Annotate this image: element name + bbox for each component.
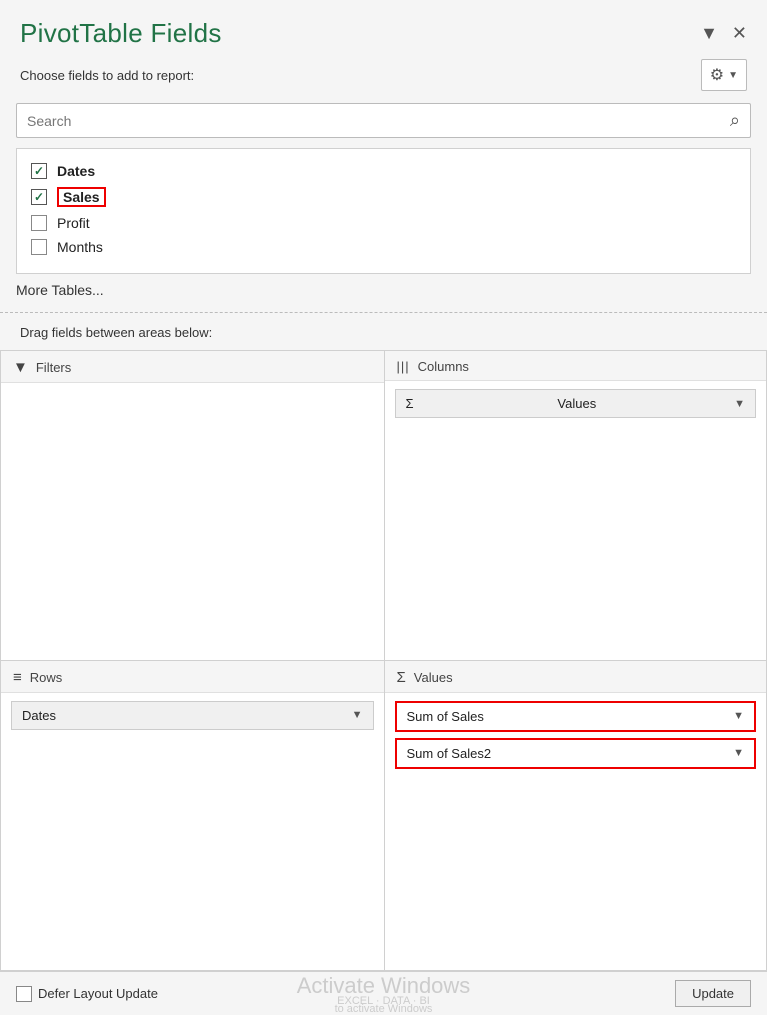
watermark-line1: Activate Windows	[297, 973, 471, 998]
columns-values-chip[interactable]: Σ Values ▼	[395, 389, 757, 418]
sum-of-sales-arrow-icon: ▼	[733, 710, 744, 722]
header-icons: ▼ ✕	[700, 23, 747, 44]
chip-arrow-icon: ▼	[734, 398, 745, 410]
area-filters-label: Filters	[36, 360, 71, 375]
update-button[interactable]: Update	[675, 980, 751, 1007]
field-item-dates[interactable]: Dates	[31, 159, 736, 183]
areas-grid: ▼ Filters ||| Columns Σ Values ▼	[0, 350, 767, 971]
gear-dropdown-arrow: ▼	[728, 70, 738, 81]
pivot-table-panel: PivotTable Fields ▼ ✕ Choose fields to a…	[0, 0, 767, 1015]
dropdown-icon[interactable]: ▼	[700, 23, 718, 44]
area-rows: ≡ Rows Dates ▼	[0, 661, 384, 972]
sum-of-sales-label: Sum of Sales	[407, 709, 484, 724]
sum-of-sales2-chip[interactable]: Sum of Sales2 ▼	[395, 738, 757, 769]
area-columns-content: Σ Values ▼	[385, 381, 767, 660]
defer-layout-label: Defer Layout Update	[16, 986, 158, 1002]
field-label-dates: Dates	[57, 163, 95, 179]
area-filters-header: ▼ Filters	[1, 351, 384, 383]
area-values-header: Σ Values	[385, 661, 767, 693]
search-icon: ⌕	[730, 110, 740, 131]
area-columns: ||| Columns Σ Values ▼	[384, 350, 767, 661]
area-filters: ▼ Filters	[0, 350, 384, 661]
drag-label: Drag fields between areas below:	[0, 319, 767, 350]
more-tables-link[interactable]: More Tables...	[0, 274, 767, 302]
watermark-line3: to activate Windows	[297, 1003, 471, 1015]
area-filters-content[interactable]	[1, 383, 384, 660]
checkbox-dates[interactable]	[31, 163, 47, 179]
chip-dates-label: Dates	[22, 708, 56, 723]
defer-text: Defer Layout Update	[38, 986, 158, 1001]
field-label-sales: Sales	[57, 187, 106, 207]
gear-icon: ⚙	[710, 65, 724, 85]
area-columns-label: Columns	[418, 359, 469, 374]
checkbox-profit[interactable]	[31, 215, 47, 231]
fields-list: Dates Sales Profit Months	[16, 148, 751, 274]
area-columns-header: ||| Columns	[385, 351, 767, 381]
close-icon[interactable]: ✕	[732, 23, 747, 44]
area-rows-label: Rows	[30, 670, 63, 685]
filter-icon: ▼	[13, 359, 28, 376]
search-bar: ⌕	[16, 103, 751, 138]
bottom-bar: Defer Layout Update Activate Windows EXC…	[0, 971, 767, 1015]
checkbox-months[interactable]	[31, 239, 47, 255]
rows-icon: ≡	[13, 669, 22, 686]
section-label: Choose fields to add to report:	[20, 68, 194, 83]
area-rows-header: ≡ Rows	[1, 661, 384, 693]
watermark: Activate Windows EXCEL · DATA · BI to ac…	[297, 973, 471, 1015]
watermark-line2: EXCEL · DATA · BI	[297, 995, 471, 1007]
field-item-months[interactable]: Months	[31, 235, 736, 259]
field-label-months: Months	[57, 239, 103, 255]
panel-header: PivotTable Fields ▼ ✕	[0, 0, 767, 59]
rows-dates-chip[interactable]: Dates ▼	[11, 701, 374, 730]
area-values: Σ Values Sum of Sales ▼ Sum of Sales2 ▼	[384, 661, 767, 972]
sum-of-sales2-arrow-icon: ▼	[733, 747, 744, 759]
chip-sigma-icon: Σ	[406, 396, 414, 411]
search-input[interactable]	[27, 113, 730, 129]
sum-of-sales2-label: Sum of Sales2	[407, 746, 492, 761]
sum-of-sales-chip[interactable]: Sum of Sales ▼	[395, 701, 757, 732]
panel-title: PivotTable Fields	[20, 18, 222, 49]
defer-checkbox[interactable]	[16, 986, 32, 1002]
area-rows-content: Dates ▼	[1, 693, 384, 971]
values-sigma-icon: Σ	[397, 669, 406, 686]
chip-values-label: Values	[557, 396, 596, 411]
field-item-sales[interactable]: Sales	[31, 183, 736, 211]
field-label-profit: Profit	[57, 215, 90, 231]
area-values-content: Sum of Sales ▼ Sum of Sales2 ▼	[385, 693, 767, 971]
gear-button[interactable]: ⚙ ▼	[701, 59, 747, 91]
rows-chip-arrow-icon: ▼	[352, 709, 363, 721]
area-values-label: Values	[414, 670, 453, 685]
checkbox-sales[interactable]	[31, 189, 47, 205]
columns-icon: |||	[397, 359, 410, 374]
field-item-profit[interactable]: Profit	[31, 211, 736, 235]
